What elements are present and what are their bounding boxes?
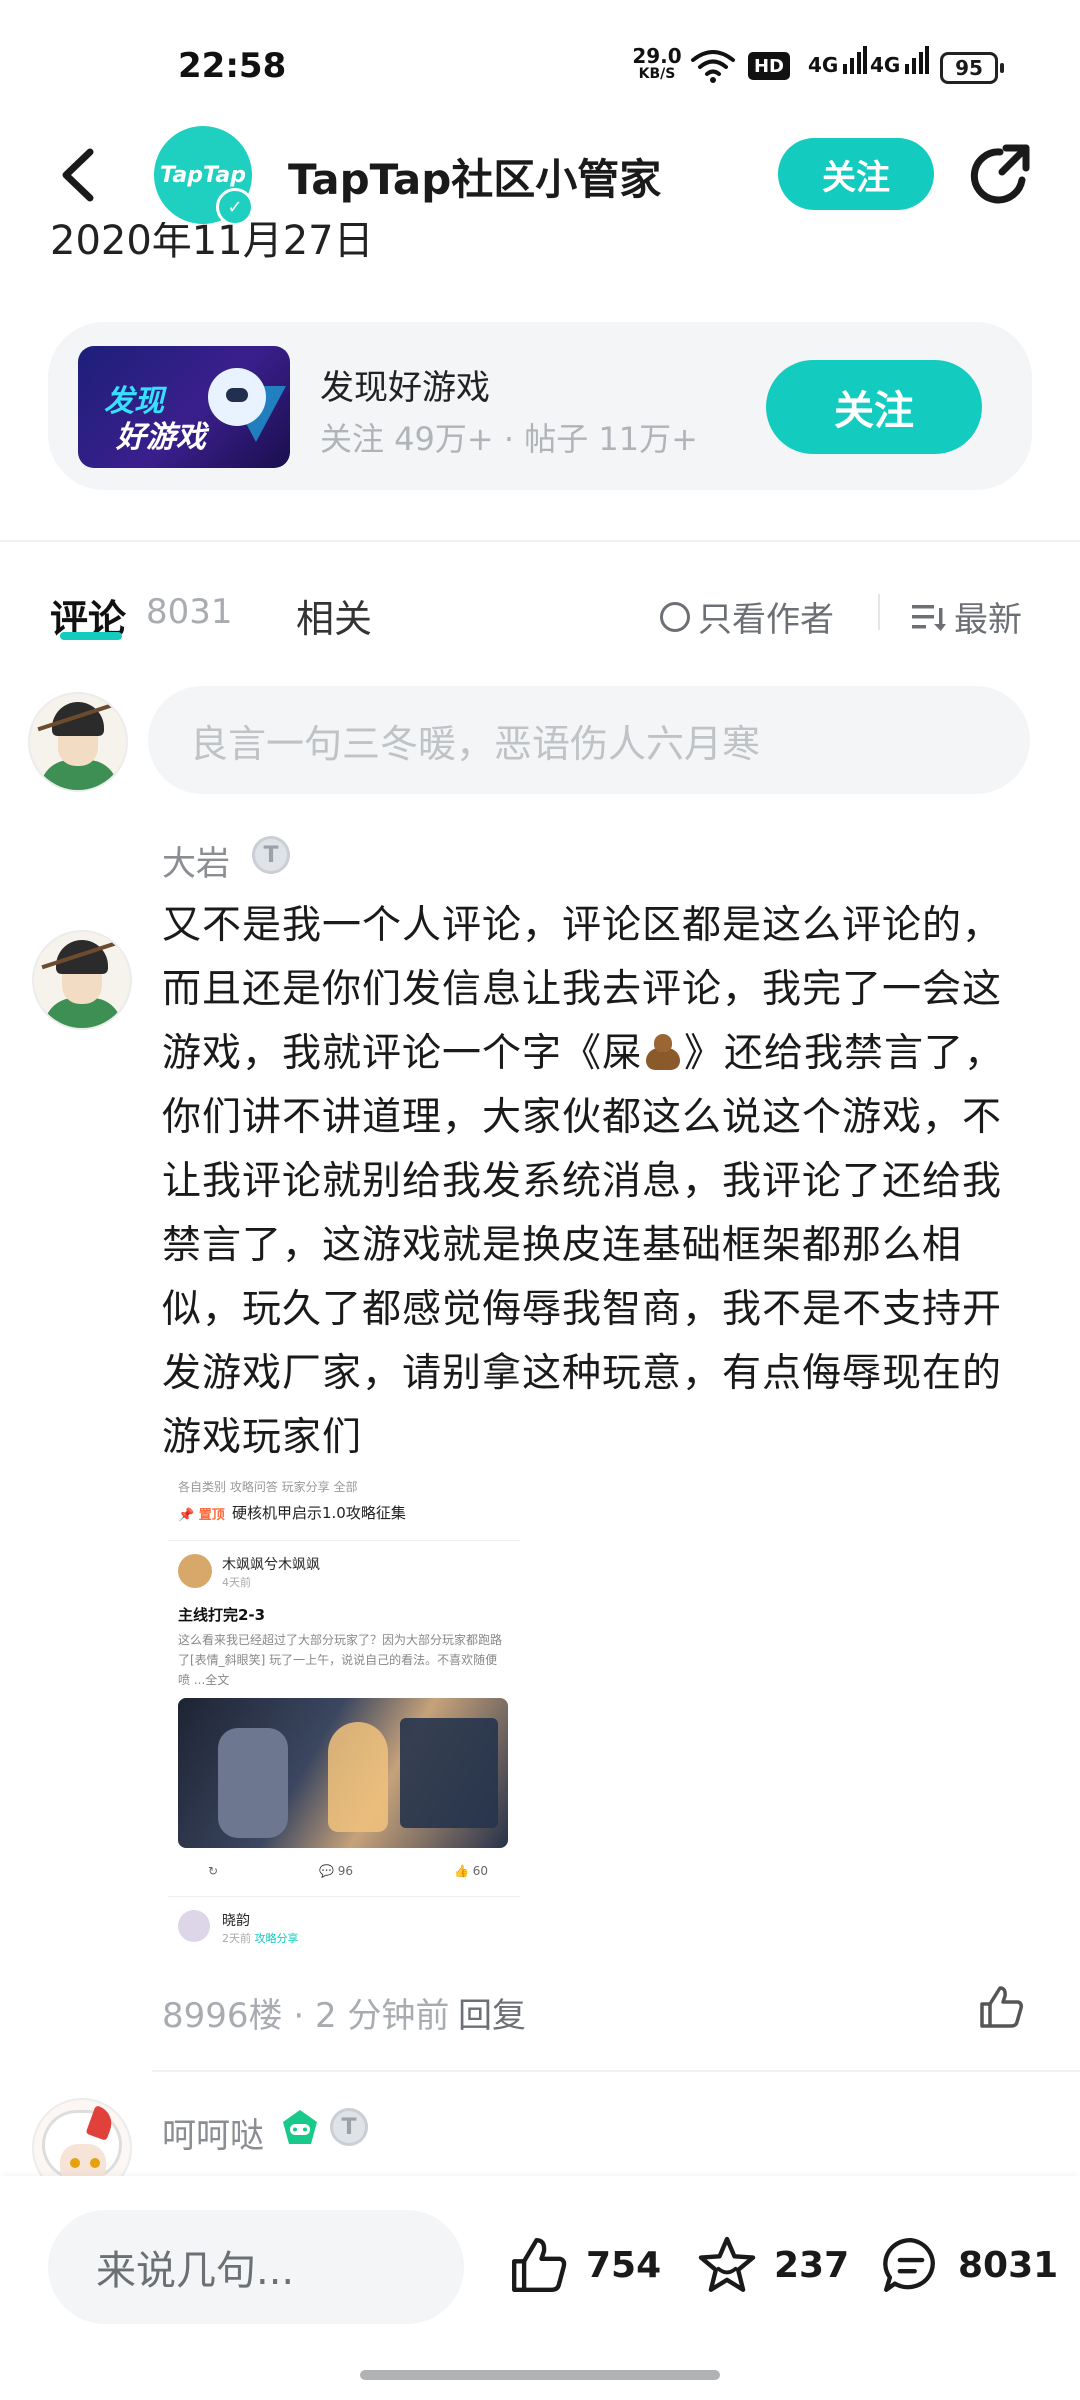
sort-label: 最新 (954, 600, 1022, 640)
favorite-button[interactable]: 237 (694, 2234, 849, 2296)
like-count: 754 (586, 2244, 662, 2286)
status-time: 22:58 (178, 46, 287, 86)
author-only-label: 只看作者 (698, 600, 834, 640)
signal-icon-1: 4G (808, 46, 868, 77)
back-arrow-icon[interactable] (50, 140, 110, 210)
shot-top-tabs: 各自类别 攻略问答 玩家分享 全部 (178, 1480, 358, 1494)
hd-icon: HD (748, 52, 790, 80)
post-date: 2020年11月27日 (50, 222, 374, 264)
reply-button[interactable]: 回复 (458, 1988, 526, 2037)
shot-actions: ↻ 💬 96 👍 60 (208, 1864, 488, 1878)
star-icon (698, 2236, 756, 2292)
signal-bars-icon (843, 46, 868, 74)
signal-icon-2: 4G (870, 46, 930, 77)
signal-2-label: 4G (870, 53, 901, 77)
group-stats: 关注 49万+ · 帖子 11万+ (320, 420, 698, 458)
network-speed-value: 29.0 (632, 44, 682, 68)
page-title[interactable]: TapTap社区小管家 (288, 146, 661, 207)
bottom-comment-input[interactable]: 来说几句... (48, 2210, 464, 2324)
wifi-icon (691, 50, 735, 83)
shot-post-text: 这么看来我已经超过了大部分玩家了？因为大部分玩家都跑路了[表情_斜眼笑] 玩了一… (178, 1633, 503, 1687)
verified-icon: ✓ (216, 188, 254, 226)
commenter-name[interactable]: 大岩 (162, 836, 230, 885)
commenter-avatar[interactable] (32, 930, 132, 1030)
signal-1-label: 4G (808, 53, 839, 77)
share-icon[interactable] (966, 140, 1036, 210)
shot-comment-count: 💬 96 (318, 1864, 354, 1878)
comment-input[interactable]: 良言一句三冬暖，恶语伤人六月寒 (148, 686, 1030, 794)
group-follow-button[interactable]: 关注 (766, 360, 982, 454)
level-badge-icon: T (330, 2108, 368, 2146)
thumbs-up-icon (512, 2238, 567, 2292)
network-speed: 29.0 KB/S (632, 46, 682, 82)
tab-active-indicator (60, 632, 122, 640)
logo-text-2: 好游戏 (116, 420, 206, 455)
shot-post-title: 主线打完2-3 (178, 1606, 266, 1624)
shot-post-time: 4天前 (222, 1576, 251, 1589)
shot-user-avatar (178, 1554, 212, 1588)
shot-share-icon: ↻ (208, 1864, 219, 1878)
shot-next-user: 晓韵 (222, 1913, 250, 1929)
group-name[interactable]: 发现好游戏 (320, 360, 490, 409)
like-button[interactable]: 754 (506, 2234, 661, 2296)
shot-pinned-title: 硬核机甲启示1.0攻略征集 (232, 1504, 406, 1522)
commenter-name[interactable]: 呵呵哒 (162, 2108, 264, 2157)
radio-circle-icon (660, 601, 690, 632)
network-speed-unit: KB/S (638, 66, 676, 82)
comment-button[interactable]: 8031 (878, 2234, 1058, 2296)
level-badge-icon: T (252, 836, 290, 874)
gamepad-badge-icon (283, 2110, 317, 2144)
favorite-count: 237 (774, 2244, 850, 2286)
shot-next-avatar (178, 1910, 210, 1942)
divider (878, 594, 880, 630)
comment-floor-time: 8996楼 · 2 分钟前 (162, 1996, 450, 2036)
shot-like-count: 👍 60 (453, 1864, 488, 1878)
comment-count: 8031 (958, 2244, 1059, 2286)
tab-related[interactable]: 相关 (296, 588, 372, 643)
divider (0, 540, 1080, 542)
sort-button[interactable]: 最新 (912, 592, 1022, 641)
shot-game-image (178, 1698, 508, 1848)
shot-pinned-tag: 📌 置顶 (178, 1508, 225, 1523)
follow-button[interactable]: 关注 (778, 138, 934, 210)
battery-icon: 95 (940, 52, 1004, 84)
comment-bubble-icon (883, 2238, 935, 2292)
group-logo[interactable]: 发现 好游戏 (78, 346, 290, 468)
home-indicator[interactable] (360, 2370, 720, 2380)
comment-image[interactable]: 各自类别 攻略问答 玩家分享 全部 📌 置顶 硬核机甲启示1.0攻略征集 木飒飒… (168, 1476, 520, 1964)
post-date-partial: 2020年11月27日 (50, 222, 374, 266)
thumbs-up-icon[interactable] (976, 1982, 1026, 2032)
tab-comments-count: 8031 (146, 592, 233, 632)
sort-icon (912, 604, 946, 631)
divider (152, 2070, 1080, 2072)
signal-bars-icon (905, 46, 930, 74)
poop-emoji-icon (642, 1032, 684, 1072)
shot-user-name: 木飒飒兮木飒飒 (222, 1557, 320, 1573)
author-only-toggle[interactable]: 只看作者 (660, 592, 834, 641)
shot-next-meta: 2天前 攻略分享 (222, 1932, 299, 1945)
logo-robot (208, 368, 266, 426)
comment-body: 又不是我一个人评论，评论区都是这么评论的，而且还是你们发信息让我去评论，我完了一… (162, 894, 1022, 1470)
my-avatar[interactable] (28, 692, 128, 792)
comment-text-2: 》还给我禁言了，你们讲不讲道理，大家伙都这么说这个游戏，不让我评论就别给我发系统… (162, 1031, 1005, 1460)
